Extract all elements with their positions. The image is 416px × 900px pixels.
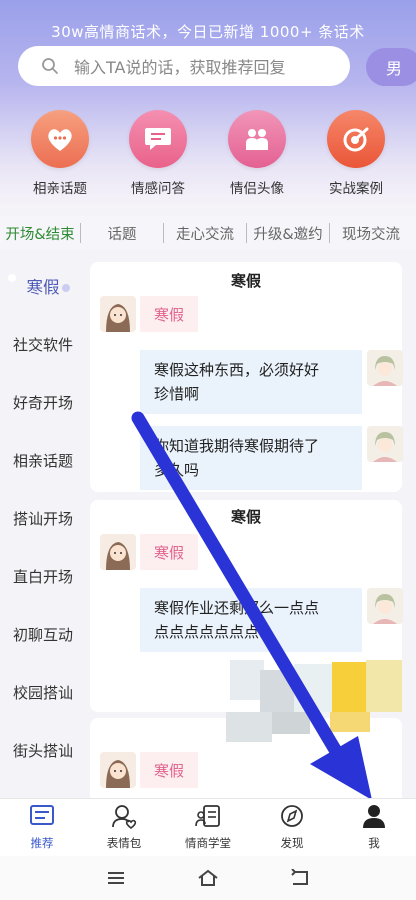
blurred-content: [366, 660, 402, 712]
script-card[interactable]: 寒假 寒假 寒假作业还剩那么一点点 点点点点点点点: [90, 500, 403, 712]
reply-line: 珍惜啊: [154, 385, 200, 403]
target-icon: [327, 110, 385, 168]
quick-label: 实战案例: [329, 181, 383, 197]
gender-toggle[interactable]: 男: [366, 48, 416, 86]
sidebar-item-street[interactable]: 街头搭讪: [0, 740, 86, 761]
blurred-content: [332, 662, 368, 712]
girl-avatar: [100, 534, 136, 570]
quick-item-emotion-qa[interactable]: 情感问答: [113, 110, 203, 197]
search-icon: [30, 46, 70, 86]
couple-icon: [228, 110, 286, 168]
quick-label: 情感问答: [131, 181, 185, 197]
reply-line: 寒假这种东西，必须好好: [154, 361, 320, 379]
tab-heartfelt[interactable]: 走心交流: [164, 223, 246, 244]
quick-item-real-cases[interactable]: 实战案例: [311, 110, 401, 197]
reply-bubble[interactable]: 你知道我期待寒假期待了 多久吗: [140, 426, 362, 490]
girl-avatar: [100, 296, 136, 332]
sidebar-item-curious-opening[interactable]: 好奇开场: [0, 392, 86, 413]
recommend-icon: [30, 805, 54, 825]
nav-label: 我: [368, 836, 380, 850]
reply-line: 多久吗: [154, 461, 200, 479]
keyword-tag: 寒假: [140, 752, 199, 788]
sidebar-item-direct-opening[interactable]: 直白开场: [0, 566, 86, 587]
nav-me[interactable]: 我: [334, 803, 414, 851]
search-input[interactable]: 输入TA说的话，获取推荐回复: [18, 46, 350, 86]
blurred-content: [294, 664, 332, 712]
blurred-content: [272, 712, 310, 734]
reply-line: 你知道我期待寒假期待了: [154, 437, 320, 455]
nav-eq-classroom[interactable]: 情商学堂: [168, 803, 248, 851]
sidebar-item-first-chat[interactable]: 初聊互动: [0, 624, 86, 645]
blurred-content: [260, 670, 296, 712]
nav-label: 表情包: [106, 836, 142, 850]
category-tabs: 开场&结束 话题 走心交流 升级&邀约 现场交流: [0, 216, 416, 250]
sidebar-item-campus[interactable]: 校园搭讪: [0, 682, 86, 703]
nav-label: 推荐: [30, 836, 54, 850]
blurred-content: [226, 712, 272, 742]
boy-avatar: [367, 426, 403, 462]
card-title: 寒假: [230, 508, 261, 526]
menu-icon[interactable]: [103, 866, 129, 890]
quick-item-couple-avatar[interactable]: 情侣头像: [212, 110, 302, 197]
nav-discover[interactable]: 发现: [252, 803, 332, 851]
quick-label: 情侣头像: [230, 181, 284, 197]
sidebar-item-pickup-opening[interactable]: 搭讪开场: [0, 508, 86, 529]
blurred-content: [230, 660, 264, 700]
header: 30w高情商话术，今日已新增 1000+ 条话术 输入TA说的话，获取推荐回复 …: [0, 0, 416, 208]
reply-line: 寒假作业还剩那么一点点: [154, 599, 320, 617]
sidebar-item-blind-date[interactable]: 相亲话题: [0, 450, 86, 471]
system-nav-bar: [0, 856, 416, 900]
search-placeholder: 输入TA说的话，获取推荐回复: [74, 58, 286, 77]
tab-topics[interactable]: 话题: [81, 223, 163, 244]
keyword-tag: 寒假: [140, 296, 199, 332]
reply-bubble[interactable]: 寒假作业还剩那么一点点 点点点点点点点: [140, 588, 362, 652]
boy-avatar: [367, 588, 403, 624]
script-card[interactable]: 寒假 寒假 寒假这种东西，必须好好 珍惜啊 你知道我期待寒假期待了 多久吗: [90, 262, 403, 492]
nav-recommend[interactable]: 推荐: [2, 803, 82, 851]
profile-icon: [363, 805, 385, 828]
heart-chat-icon: [31, 110, 89, 168]
keyword-tag: 寒假: [140, 534, 199, 570]
script-card[interactable]: 寒假: [90, 712, 402, 798]
compass-icon: [281, 805, 303, 827]
back-icon[interactable]: [287, 866, 313, 890]
chat-bubble-icon: [129, 110, 187, 168]
boy-avatar: [367, 350, 403, 386]
reply-bubble[interactable]: 寒假这种东西，必须好好 珍惜啊: [140, 350, 362, 414]
nav-stickers[interactable]: 表情包: [84, 803, 164, 851]
card-title: 寒假: [230, 272, 261, 290]
nav-label: 发现: [280, 836, 304, 850]
promo-note: 30w高情商话术，今日已新增 1000+ 条话术: [51, 23, 365, 41]
sticker-icon: [112, 805, 137, 830]
quick-item-blind-date-topics[interactable]: 相亲话题: [15, 110, 105, 197]
reply-line: 点点点点点点点: [154, 623, 260, 641]
tab-opening-ending[interactable]: 开场&结束: [0, 223, 80, 244]
tab-upgrade-invite[interactable]: 升级&邀约: [247, 223, 329, 244]
bottom-nav: 推荐 表情包 情商学堂 发现 我: [0, 798, 416, 856]
girl-avatar: [100, 752, 136, 788]
blurred-content: [330, 712, 370, 732]
sidebar-item-social-apps[interactable]: 社交软件: [0, 334, 86, 355]
quick-label: 相亲话题: [33, 181, 87, 197]
tab-live-talk[interactable]: 现场交流: [330, 223, 412, 244]
sidebar-item-winter-break[interactable]: 寒假: [0, 274, 86, 298]
script-list: 寒假 寒假 寒假这种东西，必须好好 珍惜啊 你知道我期待寒假期待了 多久吗 寒假…: [88, 258, 416, 798]
home-icon[interactable]: [195, 866, 221, 890]
nav-label: 情商学堂: [185, 836, 231, 850]
classroom-icon: [195, 805, 220, 827]
